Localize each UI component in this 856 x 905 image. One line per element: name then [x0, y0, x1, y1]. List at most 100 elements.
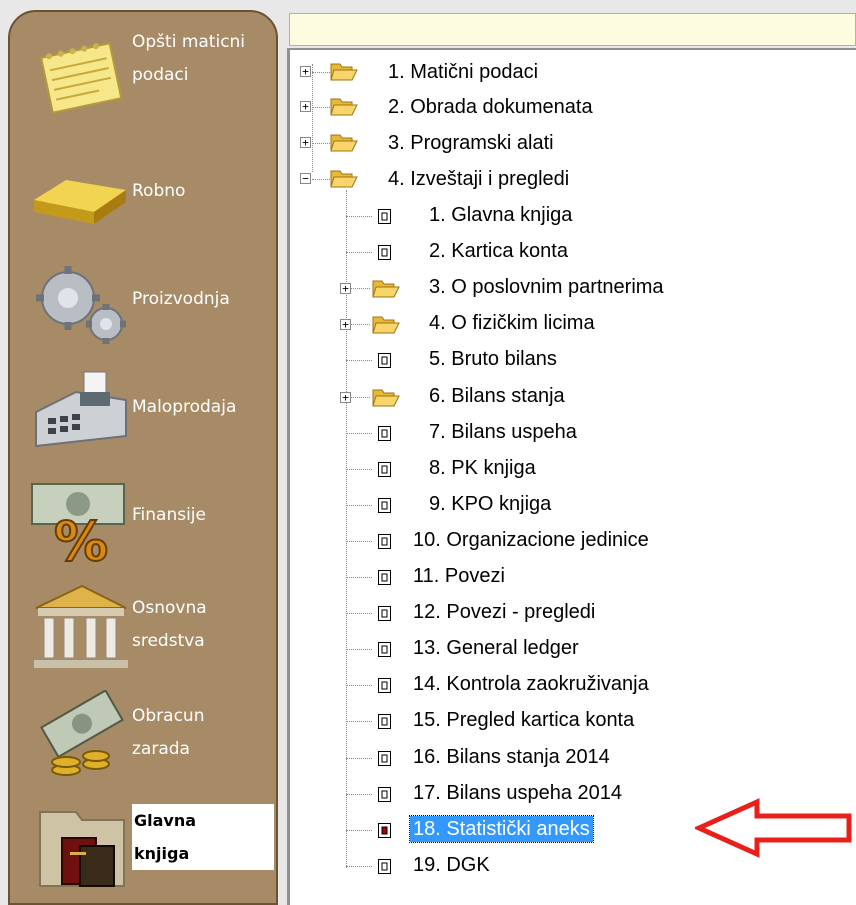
- module-label-line-2: knjiga: [132, 837, 274, 870]
- tree-connector: [346, 252, 372, 253]
- tree-root-line: [312, 64, 313, 172]
- notepad-icon: [39, 42, 123, 114]
- tree-node-label[interactable]: 14. Kontrola zaokruživanja: [413, 671, 649, 697]
- tree-connector: [346, 866, 372, 867]
- tree-connector: [346, 613, 372, 614]
- expand-toggle[interactable]: +: [300, 137, 311, 148]
- module-label-line-1: Osnovna: [132, 598, 207, 618]
- money-percent-icon: %: [31, 483, 125, 564]
- tree-node-label[interactable]: 2. Obrada dokumenata: [388, 94, 593, 120]
- report-icon: [378, 462, 391, 477]
- svg-text:%: %: [54, 510, 108, 564]
- tree-connector: [312, 72, 330, 73]
- report-icon: [378, 606, 391, 621]
- folder-icon: [372, 316, 400, 334]
- report-icon: [378, 678, 391, 693]
- tree-connector: [346, 360, 372, 361]
- expand-toggle[interactable]: +: [300, 101, 311, 112]
- tree-connector: [346, 721, 372, 722]
- folder-icon: [330, 63, 358, 81]
- tree-node-label[interactable]: 10. Organizacione jedinice: [413, 527, 649, 553]
- expand-toggle[interactable]: +: [300, 66, 311, 77]
- report-icon: [378, 534, 391, 549]
- tree-node-label[interactable]: 16. Bilans stanja 2014: [413, 744, 610, 770]
- tree-node-label[interactable]: 7. Bilans uspeha: [429, 419, 577, 445]
- tree-node-label[interactable]: 2. Kartica konta: [429, 238, 568, 264]
- module-label-line-1: Robno: [132, 181, 186, 201]
- report-icon: [378, 570, 391, 585]
- tree-node-label[interactable]: 8. PK knjiga: [429, 455, 536, 481]
- tree-node-label[interactable]: 1. Glavna knjiga: [429, 202, 572, 228]
- tree-node-label[interactable]: 5. Bruto bilans: [429, 346, 557, 372]
- tree-connector: [346, 577, 372, 578]
- tree-connector: [346, 649, 372, 650]
- module-proizvodnja[interactable]: Proizvodnja: [10, 248, 276, 356]
- tree-connector: [346, 830, 372, 831]
- expand-toggle[interactable]: +: [340, 392, 351, 403]
- tree-node-label[interactable]: 17. Bilans uspeha 2014: [413, 780, 622, 806]
- module-label-line-1: Maloprodaja: [132, 397, 237, 417]
- folder-icon: [330, 134, 358, 152]
- tree-node-label[interactable]: 15. Pregled kartica konta: [413, 707, 634, 733]
- tree-connector: [346, 505, 372, 506]
- report-icon: [378, 426, 391, 441]
- module-label-line-2: sredstva: [132, 631, 205, 651]
- tree-node-label-selected[interactable]: 18. Statistički aneks: [409, 815, 594, 843]
- tree-connector: [346, 216, 372, 217]
- module-label-line-2: zarada: [132, 739, 190, 759]
- expand-toggle[interactable]: +: [340, 319, 351, 330]
- report-icon: [378, 353, 391, 368]
- module-osnovna-sredstva[interactable]: Osnovna sredstva: [10, 572, 276, 680]
- expand-toggle[interactable]: +: [340, 283, 351, 294]
- report-selected-icon: [378, 823, 391, 838]
- tree-node-label[interactable]: 6. Bilans stanja: [429, 383, 565, 409]
- tree-node-label[interactable]: 12. Povezi - pregledi: [413, 599, 595, 625]
- annotation-arrow-icon: [695, 798, 852, 858]
- tree-node-label[interactable]: 19. DGK: [413, 852, 490, 878]
- ledger-books-icon: [39, 811, 125, 887]
- report-icon: [378, 751, 391, 766]
- folder-open-icon: [330, 170, 358, 188]
- tree-node-label[interactable]: 4. Izveštaji i pregledi: [388, 166, 569, 192]
- tree-node-label[interactable]: 11. Povezi: [413, 563, 505, 589]
- module-label-line-1: Finansije: [132, 505, 206, 525]
- report-icon: [378, 714, 391, 729]
- module-label-line-1: Opšti maticni: [132, 32, 246, 52]
- tree-connector: [346, 794, 372, 795]
- gold-bar-icon: [34, 180, 126, 224]
- module-glavna-knjiga[interactable]: Glavna knjiga: [10, 788, 276, 896]
- tree-node-label[interactable]: 3. O poslovnim partnerima: [429, 274, 664, 300]
- tree-connector: [346, 433, 372, 434]
- cash-register-icon: [35, 371, 127, 448]
- tree-connector: [312, 179, 330, 180]
- tree-node-label[interactable]: 1. Matični podaci: [388, 59, 538, 85]
- module-label-line-2: podaci: [132, 65, 189, 85]
- tree-connector: [346, 541, 372, 542]
- module-sidebar: Opšti maticni podaci Robno Proizvodnja M…: [8, 10, 278, 905]
- tree-node-label[interactable]: 4. O fizičkim licima: [429, 310, 595, 336]
- module-finansije[interactable]: % Finansije: [10, 464, 276, 572]
- report-icon: [378, 498, 391, 513]
- tree-connector: [346, 469, 372, 470]
- tree-node-label[interactable]: 3. Programski alati: [388, 130, 554, 156]
- folder-icon: [372, 280, 400, 298]
- folder-icon: [330, 98, 358, 116]
- module-obracun-zarada[interactable]: Obracun zarada: [10, 680, 276, 788]
- module-robno[interactable]: Robno: [10, 140, 276, 248]
- tree-connector: [346, 758, 372, 759]
- header-bar: [289, 13, 856, 46]
- report-icon: [378, 209, 391, 224]
- tree-node-label[interactable]: 13. General ledger: [413, 635, 579, 661]
- report-icon: [378, 859, 391, 874]
- report-icon: [378, 787, 391, 802]
- report-icon: [378, 245, 391, 260]
- menu-tree[interactable]: [287, 48, 856, 905]
- report-icon: [378, 642, 391, 657]
- collapse-toggle[interactable]: −: [300, 173, 311, 184]
- module-maloprodaja[interactable]: Maloprodaja: [10, 356, 276, 464]
- tree-connector: [346, 685, 372, 686]
- bank-building-icon: [34, 584, 128, 668]
- tree-node-label[interactable]: 9. KPO knjiga: [429, 491, 551, 517]
- module-opsti-maticni-podaci[interactable]: Opšti maticni podaci: [10, 22, 276, 130]
- module-label-line-1: Obracun: [132, 706, 205, 726]
